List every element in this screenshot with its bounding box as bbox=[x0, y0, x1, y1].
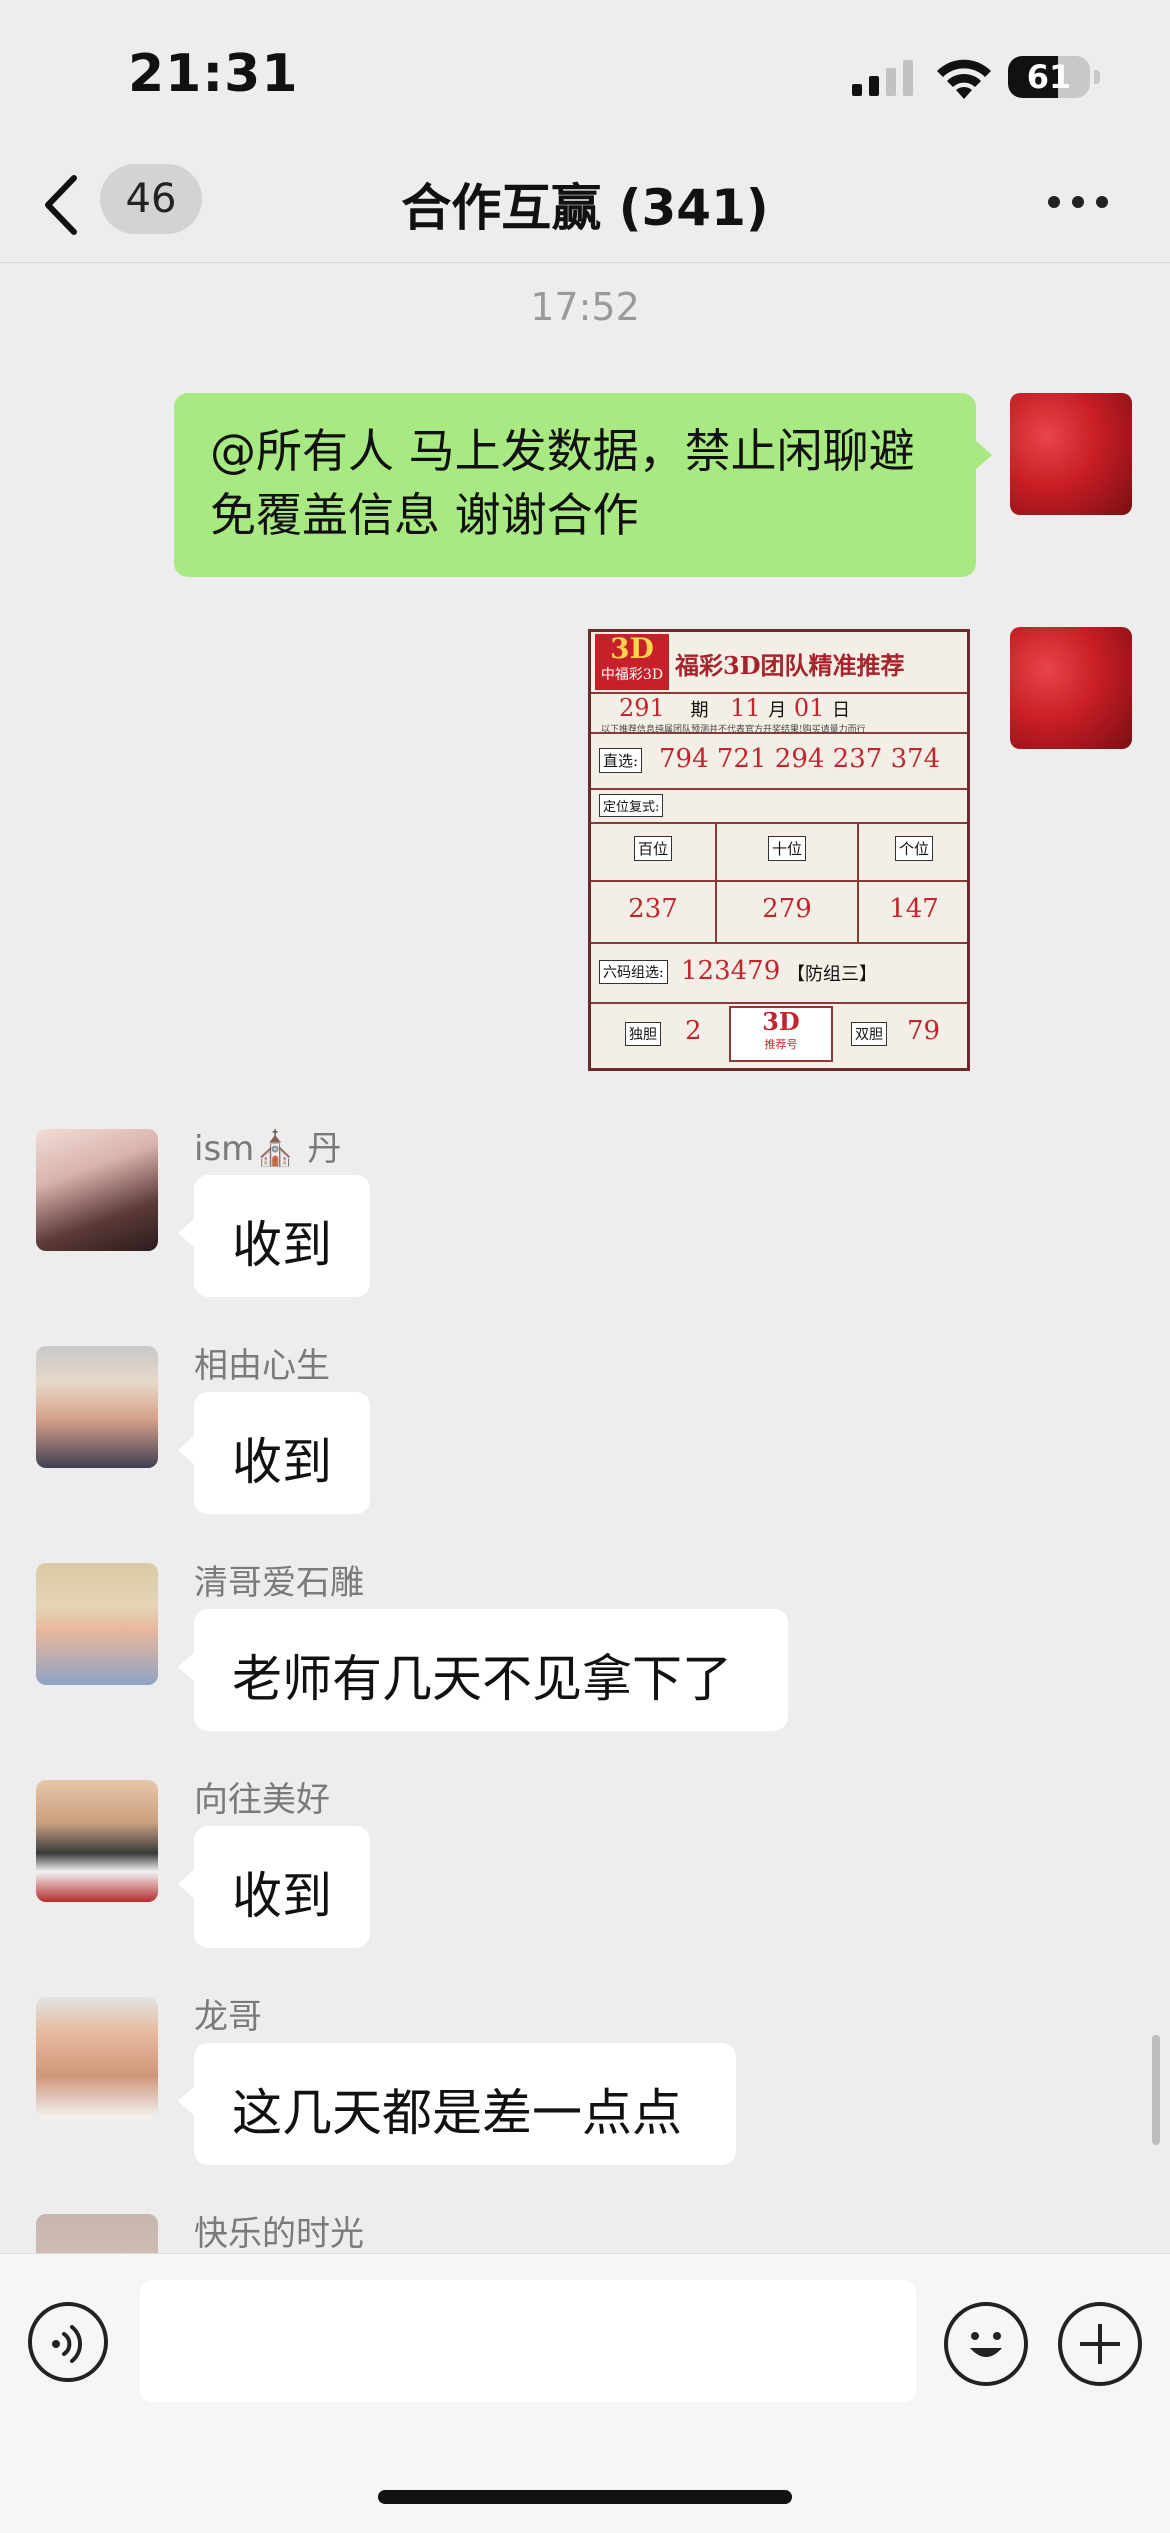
lottery-issue-row: 291 期 11 月 01 日 以下推荐信息纯属团队预测并不代表官方开奖结果!购… bbox=[591, 692, 967, 735]
message-input[interactable] bbox=[140, 2280, 916, 2402]
avatar[interactable] bbox=[36, 2214, 158, 2253]
more-dots-icon[interactable] bbox=[1048, 194, 1108, 214]
status-time: 21:31 bbox=[128, 44, 299, 104]
val-tens: 279 bbox=[762, 894, 812, 924]
my-avatar[interactable] bbox=[1010, 393, 1132, 515]
month-label: 月 bbox=[768, 700, 787, 721]
issue-month: 11 bbox=[730, 694, 761, 722]
status-bar: 21:31 61 bbox=[0, 0, 1170, 150]
avatar[interactable] bbox=[36, 1346, 158, 1468]
val-hundreds: 237 bbox=[628, 894, 678, 924]
val-units: 147 bbox=[889, 894, 939, 924]
gallbladder-row: 独胆 2 3D 推荐号 双胆 79 bbox=[591, 1002, 967, 1068]
avatar[interactable] bbox=[36, 1129, 158, 1251]
my-message-bubble[interactable]: @所有人 马上发数据，禁止闲聊避免覆盖信息 谢谢合作 bbox=[174, 393, 992, 577]
sender-name: 相由心生 bbox=[194, 1346, 330, 1386]
battery-nub bbox=[1094, 70, 1100, 84]
avatar[interactable] bbox=[36, 1563, 158, 1685]
avatar[interactable] bbox=[36, 1780, 158, 1902]
cellular-signal-icon bbox=[852, 60, 913, 96]
message-text: 老师有几天不见拿下了 bbox=[232, 1650, 732, 1708]
single-gall-label: 独胆 bbox=[625, 1022, 661, 1046]
message-bubble[interactable]: 收到 bbox=[178, 1392, 370, 1514]
emoji-icon[interactable] bbox=[944, 2302, 1028, 2386]
position-header-row: 百位 十位 个位 bbox=[591, 822, 967, 942]
wifi-icon bbox=[937, 59, 991, 99]
issue-label: 期 bbox=[690, 700, 709, 721]
bubble-tail bbox=[178, 2085, 196, 2117]
col-tens: 十位 bbox=[767, 836, 806, 861]
battery-icon: 61 bbox=[1008, 56, 1090, 98]
message-bubble[interactable]: 老师有几天不见拿下了 bbox=[178, 1609, 788, 1731]
my-avatar[interactable] bbox=[1010, 627, 1132, 749]
double-gall-label: 双胆 bbox=[851, 1022, 887, 1046]
six-code-numbers: 123479 bbox=[681, 956, 781, 986]
issue-number: 291 bbox=[619, 694, 665, 722]
plus-icon[interactable] bbox=[1058, 2302, 1142, 2386]
position-values-row: 237 279 147 bbox=[591, 880, 967, 944]
day-label: 日 bbox=[832, 700, 851, 721]
home-indicator[interactable] bbox=[378, 2490, 792, 2504]
col-units: 个位 bbox=[894, 836, 933, 861]
logo-text: 3D bbox=[610, 632, 654, 665]
battery-level: 61 bbox=[1026, 58, 1072, 96]
bubble-tail bbox=[178, 1868, 196, 1900]
message-bubble[interactable]: 收到 bbox=[178, 1826, 370, 1948]
position-label: 定位复式: bbox=[599, 794, 664, 817]
recommend-box: 3D 推荐号 bbox=[729, 1006, 833, 1062]
double-gall-value: 79 bbox=[907, 1016, 941, 1046]
six-code-row: 六码组选: 123479 【防组三】 bbox=[591, 942, 967, 1004]
recommend-top: 3D bbox=[762, 1007, 800, 1036]
sender-name: ism⛪ 丹 bbox=[194, 1129, 342, 1169]
direct-pick-label: 直选: bbox=[599, 748, 643, 773]
position-label-row: 定位复式: bbox=[591, 788, 967, 824]
issue-day: 01 bbox=[793, 694, 825, 722]
message-bubble[interactable]: 收到 bbox=[178, 1175, 370, 1297]
lottery-header: 3D 中福彩3D 福彩3D团队精准推荐 bbox=[591, 632, 967, 694]
bubble-tail bbox=[178, 1434, 196, 1466]
lottery-logo: 3D 中福彩3D bbox=[595, 634, 669, 690]
message-text: 收到 bbox=[232, 1216, 332, 1274]
sender-name: 快乐的时光 bbox=[194, 2214, 364, 2253]
logo-subtext: 中福彩3D bbox=[600, 667, 664, 683]
message-text: 收到 bbox=[232, 1433, 332, 1491]
six-code-note: 【防组三】 bbox=[787, 964, 877, 985]
my-message-text: @所有人 马上发数据，禁止闲聊避免覆盖信息 谢谢合作 bbox=[210, 424, 915, 542]
recommend-bottom: 推荐号 bbox=[764, 1038, 798, 1051]
sender-name: 向往美好 bbox=[194, 1780, 330, 1820]
voice-icon[interactable] bbox=[28, 2302, 108, 2382]
lottery-image[interactable]: 3D 中福彩3D 福彩3D团队精准推荐 291 期 11 月 01 日 以下推荐… bbox=[588, 629, 970, 1071]
bubble-tail bbox=[178, 1651, 196, 1683]
message-bubble[interactable]: 这几天都是差一点点 bbox=[178, 2043, 736, 2165]
chat-title: 合作互赢 (341) bbox=[401, 179, 769, 237]
col-hundreds: 百位 bbox=[633, 836, 672, 861]
message-timestamp: 17:52 bbox=[530, 285, 640, 329]
chat-header: 46 合作互赢 (341) bbox=[0, 150, 1170, 263]
six-code-label: 六码组选: bbox=[599, 960, 668, 984]
lottery-title: 福彩3D团队精准推荐 bbox=[675, 651, 905, 680]
sender-name: 清哥爱石雕 bbox=[194, 1563, 364, 1603]
message-text: 这几天都是差一点点 bbox=[232, 2084, 682, 2142]
direct-pick-numbers: 794 721 294 237 374 bbox=[659, 744, 941, 774]
message-list[interactable]: 17:52 @所有人 马上发数据，禁止闲聊避免覆盖信息 谢谢合作 3D 中福彩3… bbox=[0, 263, 1170, 2253]
chat-scrollbar[interactable] bbox=[1152, 2035, 1160, 2145]
single-gall-value: 2 bbox=[685, 1016, 702, 1046]
sender-name: 龙哥 bbox=[194, 1997, 262, 2037]
bubble-tail bbox=[974, 439, 992, 471]
bubble-tail bbox=[178, 1217, 196, 1249]
message-text: 收到 bbox=[232, 1867, 332, 1925]
avatar[interactable] bbox=[36, 1997, 158, 2119]
direct-pick-row: 直选: 794 721 294 237 374 bbox=[591, 732, 967, 790]
